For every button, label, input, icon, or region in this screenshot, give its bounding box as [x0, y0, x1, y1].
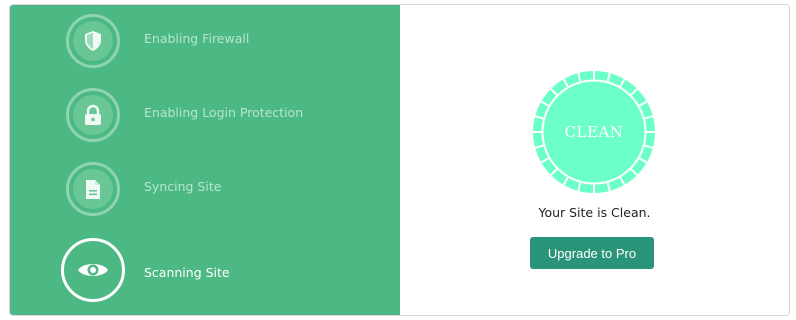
eye-icon [67, 244, 119, 296]
progress-steps-panel: Enabling Firewall Enabling Login Protect… [10, 5, 400, 315]
step-enabling-login-protection: Enabling Login Protection [10, 79, 400, 153]
clean-status-badge: CLEAN [532, 70, 656, 194]
step-circle [66, 162, 120, 216]
step-label: Enabling Login Protection [144, 105, 304, 120]
step-circle [66, 88, 120, 142]
step-label: Enabling Firewall [144, 31, 250, 46]
step-label: Scanning Site [144, 265, 230, 280]
step-scanning-site: Scanning Site [10, 237, 400, 311]
clean-label: CLEAN [564, 123, 624, 141]
step-label: Syncing Site [144, 179, 222, 194]
lock-icon [73, 95, 113, 135]
scan-result-panel: CLEAN Your Site is Clean. Upgrade to Pro [400, 5, 789, 315]
scan-status-text: Your Site is Clean. [538, 205, 651, 220]
upgrade-to-pro-button[interactable]: Upgrade to Pro [530, 237, 654, 269]
step-syncing-site: Syncing Site [10, 153, 400, 227]
shield-icon [73, 21, 113, 61]
document-icon [73, 169, 113, 209]
step-circle [61, 238, 125, 302]
onboarding-card: Enabling Firewall Enabling Login Protect… [9, 4, 790, 316]
step-enabling-firewall: Enabling Firewall [10, 5, 400, 79]
step-circle [66, 14, 120, 68]
